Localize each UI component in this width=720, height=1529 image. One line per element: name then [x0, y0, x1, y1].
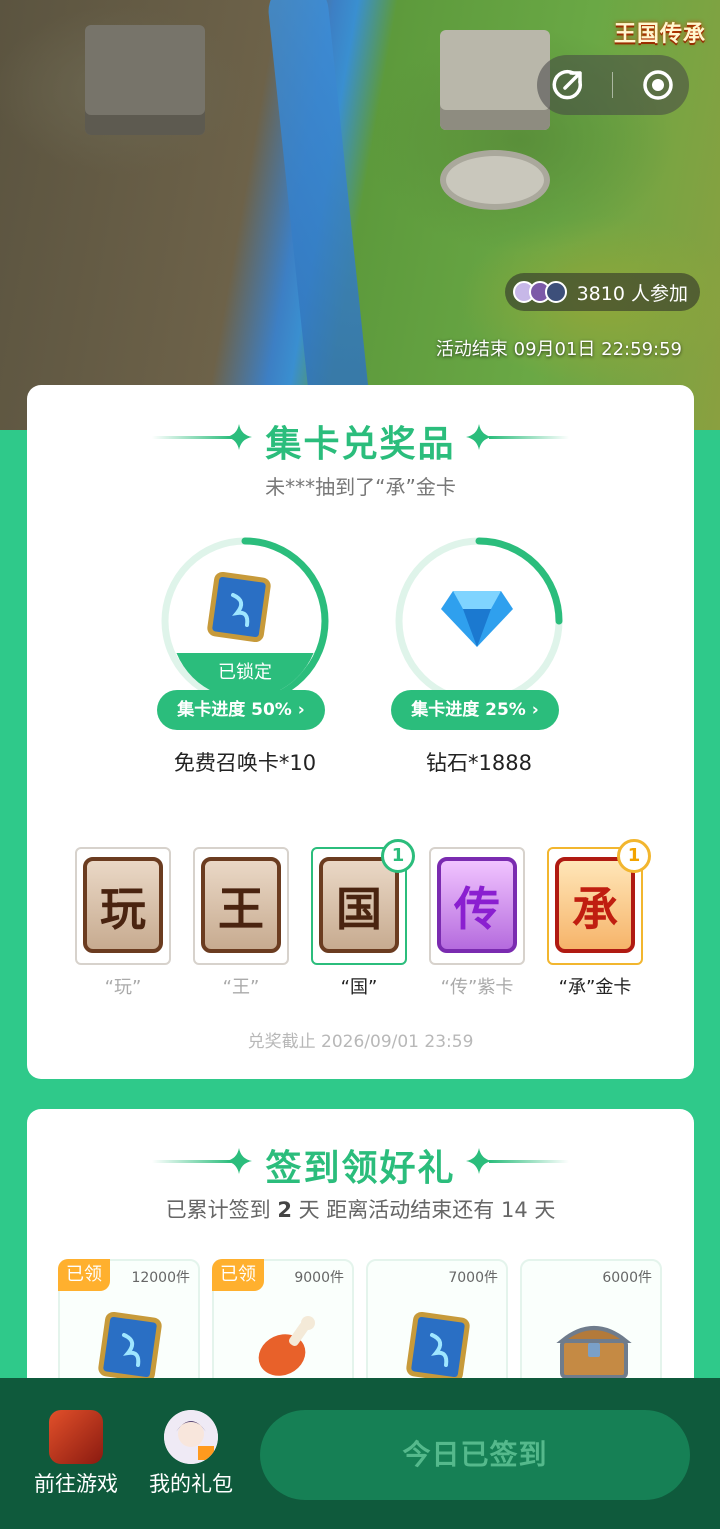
letter-card-frame: 国 1: [311, 839, 415, 965]
summon-card-icon: [207, 571, 271, 643]
game-logo: 王国传承: [614, 16, 706, 48]
reward-image-frame: [405, 551, 553, 699]
close-target-icon[interactable]: [641, 68, 675, 102]
summon-card-icon: [98, 1311, 162, 1383]
progress-text: 集卡进度 25%: [411, 700, 526, 720]
gift-avatar-icon: [164, 1410, 218, 1464]
my-gifts-button[interactable]: 我的礼包: [136, 1378, 246, 1508]
summon-card-icon: [406, 1311, 470, 1383]
reward-summon-cards[interactable]: 已锁定 集卡进度 50% › 免费召唤卡*10: [155, 535, 335, 785]
stock-count: 12000件: [131, 1270, 190, 1286]
my-gifts-label: 我的礼包: [149, 1472, 233, 1496]
chevron-right-icon: ›: [297, 700, 305, 720]
stock-count: 9000件: [294, 1270, 344, 1286]
progress-text: 集卡进度 50%: [177, 700, 292, 720]
letter-card-face: 王: [201, 857, 281, 953]
go-to-game-label: 前往游戏: [34, 1472, 118, 1496]
ruined-castle-art: [85, 25, 205, 135]
letter-card-label: “国”: [340, 977, 378, 998]
card-count-badge: 1: [617, 839, 651, 873]
summary-prefix: 已累计签到: [165, 1198, 278, 1222]
letter-card-face: 承: [555, 857, 635, 953]
letter-card-frame: 承 1: [547, 839, 651, 965]
letter-card-label: “玩”: [104, 977, 142, 998]
letter-card-face: 传: [437, 857, 517, 953]
redeem-deadline: 兑奖截止 2026/09/01 23:59: [247, 1032, 474, 1052]
reward-image-frame: 已锁定: [171, 551, 319, 699]
hero-banner: 王国传承 3810 人参加 活动结束 09月01日 22:59:59: [0, 0, 720, 430]
letter-card-cheng[interactable]: 承 1 “承”金卡: [547, 839, 651, 998]
mini-program-capsule: [537, 55, 689, 115]
letter-card-frame: 玩: [75, 847, 171, 965]
participants-badge: 3810 人参加: [504, 273, 700, 311]
signed-today-button[interactable]: 今日已签到: [260, 1410, 690, 1500]
letter-card-face: 国: [319, 857, 399, 953]
signin-days: 2: [277, 1198, 292, 1222]
letter-card-frame: 传: [429, 847, 525, 965]
letter-card-label: “王”: [222, 977, 260, 998]
share-icon[interactable]: [551, 68, 585, 102]
letter-card-wang[interactable]: 王 “王”: [193, 847, 289, 998]
reward-diamonds[interactable]: 集卡进度 25% › 钻石*1888: [389, 535, 569, 785]
chevron-right-icon: ›: [531, 700, 539, 720]
game-app-icon: [49, 1410, 103, 1464]
participant-avatars: [512, 281, 573, 303]
avatar: [544, 281, 567, 303]
kingdom-castle-art: [440, 30, 550, 130]
letter-card-label: “承”金卡: [558, 977, 632, 998]
activity-end-time: 活动结束 09月01日 22:59:59: [435, 339, 682, 360]
summary-suffix: 天 距离活动结束还有 14 天: [291, 1198, 556, 1222]
capsule-divider: [612, 72, 614, 98]
collect-cards-section: 集卡兑奖品 未***抽到了“承”金卡 已锁定 集卡进度 50% › 免费召唤卡*…: [27, 385, 694, 1079]
treasure-chest-icon: [556, 1326, 632, 1379]
stock-count: 7000件: [448, 1270, 498, 1286]
letter-card-guo[interactable]: 国 1 “国”: [311, 839, 415, 998]
meat-icon: [258, 1316, 315, 1376]
river-art: [265, 0, 375, 430]
signin-summary: 已累计签到 2 天 距离活动结束还有 14 天: [27, 1194, 694, 1224]
bottom-action-bar: 前往游戏 我的礼包 今日已签到: [0, 1378, 720, 1529]
reward-name: 钻石*1888: [426, 751, 532, 775]
diamond-icon: [441, 591, 513, 647]
claimed-tag: 已领: [212, 1259, 264, 1291]
stock-count: 6000件: [602, 1270, 652, 1286]
draw-broadcast: 未***抽到了“承”金卡: [265, 475, 456, 499]
letter-card-wan[interactable]: 玩 “玩”: [75, 847, 171, 998]
card-count-badge: 1: [381, 839, 415, 873]
section-title: 集卡兑奖品: [265, 424, 456, 465]
go-to-game-button[interactable]: 前往游戏: [21, 1378, 131, 1508]
section-title: 签到领好礼: [265, 1148, 456, 1189]
collect-progress-pill[interactable]: 集卡进度 25% ›: [391, 690, 559, 730]
collect-progress-pill[interactable]: 集卡进度 50% ›: [157, 690, 325, 730]
fountain-art: [440, 150, 550, 210]
claimed-tag: 已领: [58, 1259, 110, 1291]
letter-card-face: 玩: [83, 857, 163, 953]
participants-count: 3810 人参加: [576, 282, 688, 305]
reward-name: 免费召唤卡*10: [173, 751, 317, 775]
letter-card-chuan[interactable]: 传 “传”紫卡: [429, 847, 525, 998]
letter-card-label: “传”紫卡: [440, 977, 514, 998]
letter-card-frame: 王: [193, 847, 289, 965]
